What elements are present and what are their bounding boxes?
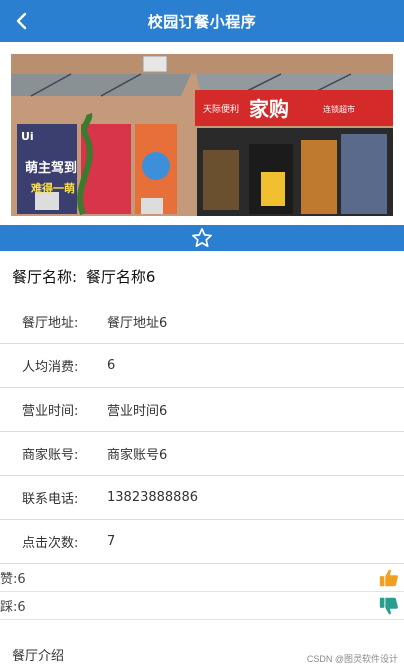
- thumbs-up-icon: [379, 569, 398, 586]
- watermark: CSDN @图灵软件设计: [306, 654, 398, 664]
- info-label: 餐厅地址:: [22, 316, 79, 331]
- star-outline-icon: [192, 228, 212, 248]
- info-row-account: 商家账号: 商家账号6: [0, 432, 404, 476]
- info-list: 餐厅地址: 餐厅地址6 人均消费: 6 营业时间: 营业时间6 商家账号: 商家…: [0, 300, 404, 564]
- dislike-row: 踩:6: [0, 592, 404, 620]
- restaurant-name-value: 餐厅名称6: [85, 268, 156, 286]
- chevron-left-icon: [16, 12, 27, 30]
- like-row: 赞:6: [0, 564, 404, 592]
- sign-left: 天际便利: [203, 103, 239, 115]
- info-value: 7: [107, 534, 116, 549]
- info-label: 商家账号:: [22, 448, 79, 463]
- sign-right: 连锁超市: [323, 104, 355, 114]
- dislike-count: 踩:6: [0, 600, 26, 615]
- favorite-bar: [0, 225, 404, 251]
- like-button[interactable]: [378, 567, 400, 589]
- info-value: 商家账号6: [107, 448, 168, 463]
- sign-main: 家购: [249, 97, 289, 121]
- top-bar: 校园订餐小程序: [0, 0, 404, 42]
- favorite-button[interactable]: [191, 227, 213, 249]
- page-title: 校园订餐小程序: [147, 12, 257, 31]
- intro-heading: 餐厅介绍: [12, 649, 65, 664]
- like-count: 赞:6: [0, 572, 26, 587]
- info-row-hours: 营业时间: 营业时间6: [0, 388, 404, 432]
- info-label: 人均消费:: [22, 360, 79, 375]
- restaurant-name-label: 餐厅名称:: [12, 268, 78, 286]
- dislike-button[interactable]: [378, 595, 400, 617]
- back-button[interactable]: [8, 8, 34, 34]
- info-value: 13823888886: [107, 490, 198, 505]
- poster-text-1: 萌主驾到: [25, 160, 77, 176]
- poster-badge: Ui: [21, 130, 34, 143]
- info-row-clicks: 点击次数: 7: [0, 520, 404, 564]
- info-value: 餐厅地址6: [107, 316, 168, 331]
- poster-text-2: 难得一萌: [30, 181, 75, 195]
- info-label: 营业时间:: [22, 404, 79, 419]
- info-label: 点击次数:: [22, 536, 79, 551]
- info-row-address: 餐厅地址: 餐厅地址6: [0, 300, 404, 344]
- info-row-avg-cost: 人均消费: 6: [0, 344, 404, 388]
- info-label: 联系电话:: [22, 492, 79, 507]
- restaurant-photo: Ui 萌主驾到 难得一萌 天际便利 家购 连锁超市: [11, 54, 393, 216]
- thumbs-down-icon: [379, 597, 398, 614]
- info-value: 营业时间6: [107, 404, 168, 419]
- info-value: 6: [107, 358, 116, 373]
- info-row-phone: 联系电话: 13823888886: [0, 476, 404, 520]
- restaurant-name-row: 餐厅名称: 餐厅名称6: [12, 266, 159, 287]
